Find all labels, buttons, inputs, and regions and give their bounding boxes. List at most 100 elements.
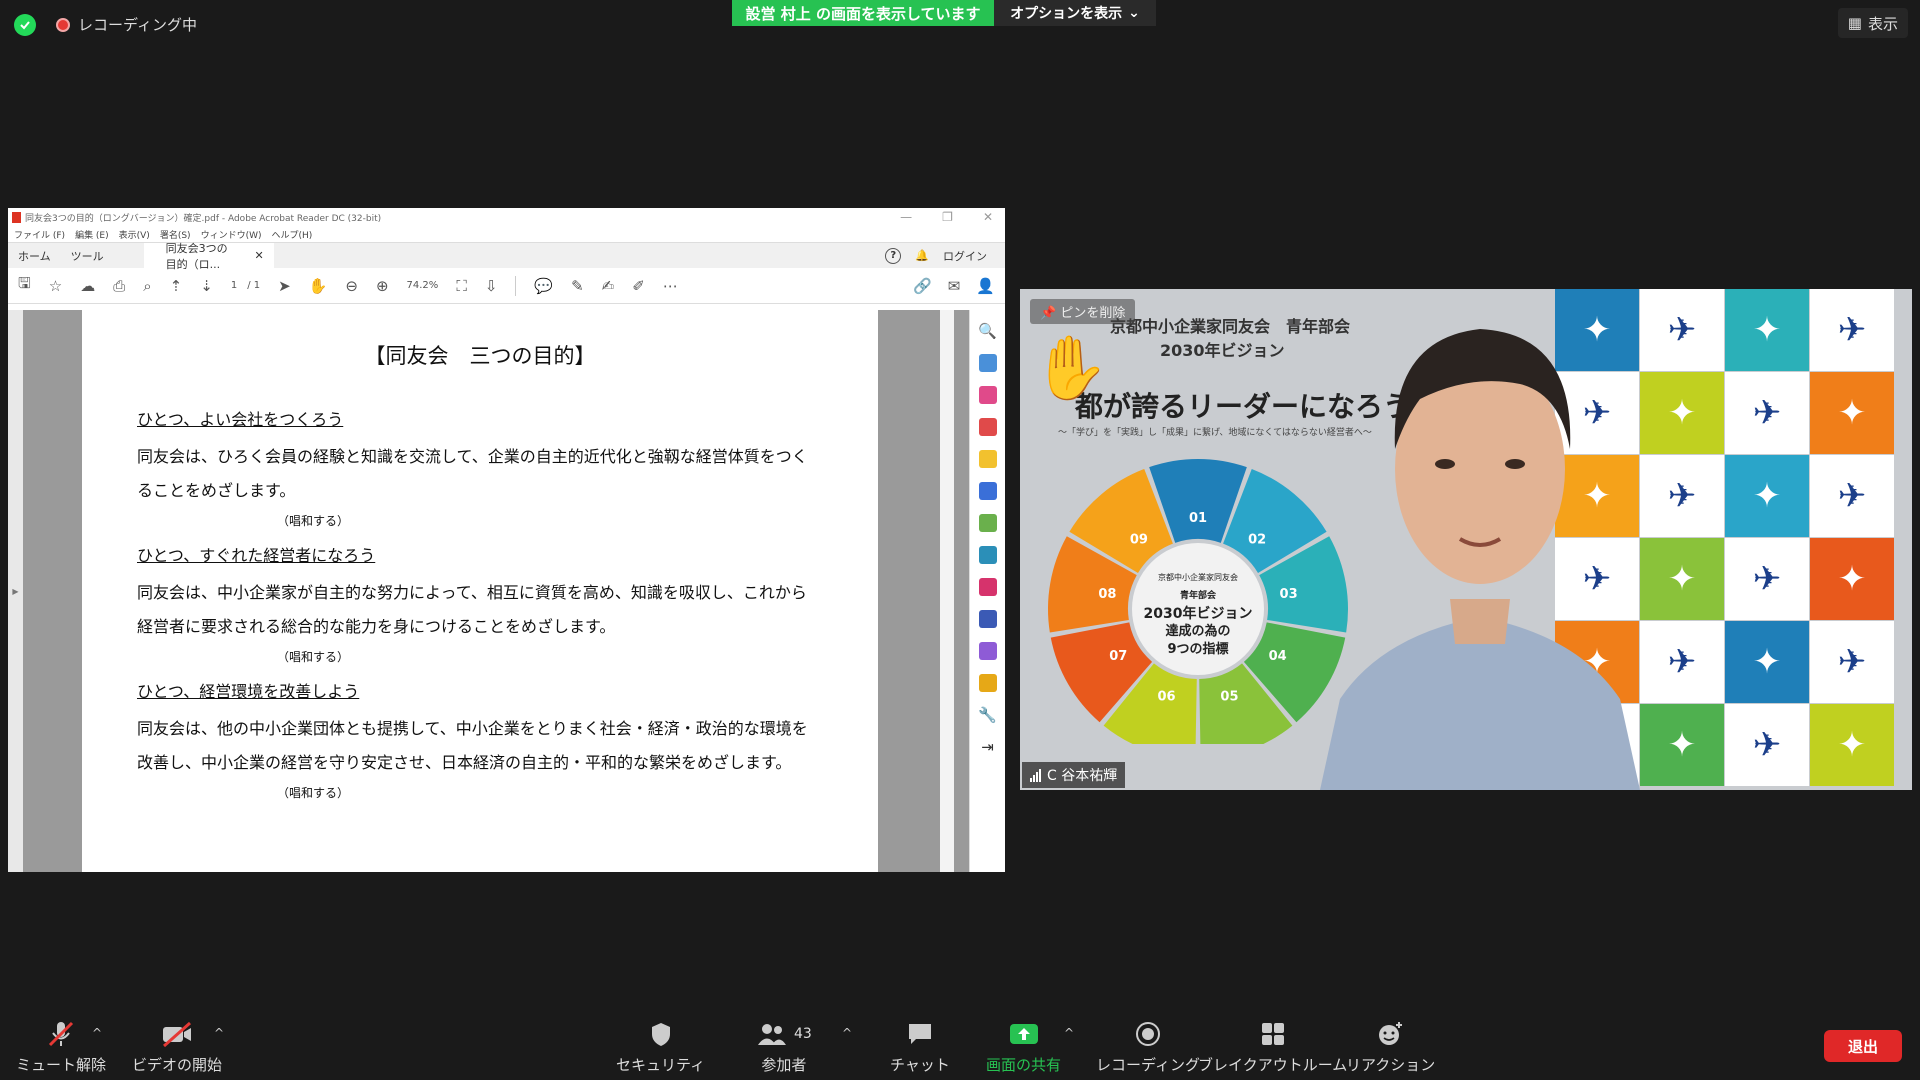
- page-current-input[interactable]: 1: [231, 280, 237, 291]
- unpin-video-button[interactable]: 📌 ピンを削除: [1030, 299, 1136, 324]
- recording-label: レコーディング中: [78, 16, 197, 34]
- start-video-label: ビデオの開始: [132, 1056, 223, 1074]
- indicator-icon: ✦: [1752, 642, 1782, 682]
- save-icon[interactable]: 🖫: [18, 273, 31, 298]
- reactions-button[interactable]: リアクション: [1346, 1020, 1435, 1075]
- organize-pages-icon[interactable]: [978, 386, 997, 404]
- edit-icon[interactable]: ✐: [632, 277, 645, 295]
- select-cursor-icon[interactable]: ➤: [278, 277, 291, 295]
- wrench-icon[interactable]: 🔧: [978, 706, 997, 724]
- view-options-button[interactable]: オプションを表示 ⌄: [994, 0, 1156, 26]
- section-body: 同友会は、他の中小企業団体とも提携して、中小企業をとりまく社会・経済・政治的な環…: [137, 719, 808, 772]
- participants-label: 参加者: [761, 1056, 807, 1074]
- protect-icon[interactable]: [978, 610, 997, 628]
- breakout-rooms-button[interactable]: ブレイクアウトルーム: [1198, 1020, 1347, 1075]
- encryption-shield-icon[interactable]: [14, 14, 36, 36]
- minimize-icon[interactable]: —: [900, 210, 912, 224]
- record-icon: [1135, 1020, 1161, 1048]
- tab-document[interactable]: 同友会3つの目的（ロ... ✕: [143, 242, 274, 271]
- slide-heading: 京都中小企業家同友会 青年部会 2030年ビジョン: [1110, 315, 1350, 363]
- comment-icon[interactable]: 💬: [534, 277, 553, 295]
- section-3: ひとつ、経営環境を改善しよう 同友会は、他の中小企業団体とも提携して、中小企業を…: [137, 678, 817, 801]
- login-link[interactable]: ログイン: [943, 248, 987, 264]
- indicator-icon: ✦: [1837, 393, 1867, 433]
- comment-tool-icon[interactable]: [978, 450, 997, 468]
- bookmark-star-icon[interactable]: ☆: [49, 277, 62, 295]
- pdf-icon: [12, 211, 21, 223]
- security-button[interactable]: セキュリティ: [616, 1020, 705, 1075]
- bell-icon[interactable]: 🔔: [915, 249, 929, 262]
- recording-dot-icon: [56, 17, 70, 32]
- document-title: 【同友会 三つの目的】: [364, 344, 596, 368]
- menu-view[interactable]: 表示(V): [119, 228, 150, 241]
- view-layout-button[interactable]: ▦ 表示: [1837, 8, 1908, 38]
- zoom-level-select[interactable]: 74.2%: [407, 280, 439, 291]
- menu-edit[interactable]: 編集 (E): [75, 228, 109, 241]
- participant-name: C 谷本祐輝: [1047, 768, 1118, 784]
- close-icon[interactable]: ✕: [983, 210, 993, 224]
- close-tab-icon[interactable]: ✕: [254, 249, 263, 262]
- recording-indicator[interactable]: レコーディング中: [56, 14, 197, 35]
- create-pdf-icon[interactable]: [978, 418, 997, 436]
- video-options-caret-icon[interactable]: ^: [214, 1026, 224, 1040]
- record-button[interactable]: レコーディング: [1096, 1020, 1200, 1075]
- send-icon[interactable]: [978, 674, 997, 692]
- participants-button[interactable]: 43 参加者: [756, 1020, 812, 1075]
- upload-icon[interactable]: ☁: [80, 277, 95, 295]
- menu-help[interactable]: ヘルプ(H): [272, 228, 313, 241]
- breakout-rooms-label: ブレイクアウトルーム: [1198, 1056, 1348, 1074]
- menu-file[interactable]: ファイル (F): [14, 228, 65, 241]
- page-up-icon[interactable]: ⇡: [170, 277, 183, 295]
- participants-caret-icon[interactable]: ^: [842, 1026, 852, 1040]
- audio-options-caret-icon[interactable]: ^: [92, 1026, 102, 1040]
- combine-files-icon[interactable]: [978, 482, 997, 500]
- logo-tile: ✈: [1725, 704, 1809, 786]
- wheel-number: 01: [1189, 511, 1207, 526]
- tab-home[interactable]: ホーム: [8, 243, 61, 269]
- scan-icon[interactable]: [978, 546, 997, 564]
- pdf-page: 【同友会 三つの目的】 ひとつ、よい会社をつくろう 同友会は、ひろく会員の経験と…: [82, 310, 878, 872]
- tab-tools[interactable]: ツール: [61, 243, 114, 269]
- left-panel-toggle[interactable]: ▶: [8, 310, 23, 872]
- share-link-icon[interactable]: 🔗: [913, 277, 932, 295]
- security-label: セキュリティ: [616, 1056, 706, 1074]
- email-icon[interactable]: ✉: [948, 277, 961, 295]
- scroll-mode-icon[interactable]: ⇩: [485, 277, 498, 295]
- print-icon[interactable]: ⎙: [113, 277, 125, 295]
- more-icon[interactable]: ⋯: [663, 277, 678, 295]
- indicator-icon: ✦: [1752, 476, 1782, 516]
- reactions-label: リアクション: [1346, 1056, 1436, 1074]
- zoom-out-icon[interactable]: ⊖: [345, 277, 358, 295]
- start-video-button[interactable]: ビデオの開始: [132, 1020, 222, 1075]
- account-icon[interactable]: 👤: [976, 277, 995, 295]
- wheel-center-text: 京都中小企業家同友会 青年部会 2030年ビジョン 達成の為の 9つの指標: [1128, 569, 1268, 659]
- help-icon[interactable]: ?: [885, 247, 902, 264]
- zoom-in-icon[interactable]: ⊕: [376, 277, 389, 295]
- request-signature-icon[interactable]: [978, 642, 997, 660]
- wheel-number: 05: [1220, 689, 1238, 704]
- share-screen-button[interactable]: 画面の共有: [986, 1020, 1061, 1075]
- indicator-icon: ✦: [1752, 310, 1782, 350]
- fill-sign-icon[interactable]: [978, 578, 997, 596]
- compress-icon[interactable]: [978, 514, 997, 532]
- restore-icon[interactable]: ❐: [942, 210, 953, 224]
- fit-page-icon[interactable]: ⛶: [456, 277, 467, 295]
- zoom-search-icon[interactable]: 🔍: [978, 322, 997, 340]
- chat-button[interactable]: チャット: [890, 1020, 950, 1075]
- share-options-caret-icon[interactable]: ^: [1064, 1026, 1074, 1040]
- unmute-label: ミュート解除: [16, 1056, 107, 1074]
- video-tile[interactable]: ✦✈✦✈✈✦✈✦✦✈✦✈✈✦✈✦✦✈✦✈✈✦✈✦ 京都中小企業家同友会 青年部会…: [1020, 289, 1912, 790]
- collapse-pane-icon[interactable]: ⇥: [981, 738, 994, 756]
- logo-tile: ✈: [1725, 538, 1809, 620]
- indicator-tile: ✦: [1640, 704, 1724, 786]
- indicator-tile: ✦: [1640, 538, 1724, 620]
- sign-icon[interactable]: ✍: [602, 277, 615, 295]
- search-icon[interactable]: ⌕: [143, 277, 151, 295]
- vertical-scrollbar[interactable]: [940, 310, 954, 872]
- export-pdf-icon[interactable]: [978, 354, 997, 372]
- leave-meeting-button[interactable]: 退出: [1824, 1030, 1902, 1062]
- highlight-pen-icon[interactable]: ✎: [571, 277, 584, 295]
- logo-icon: ✈: [1837, 310, 1867, 350]
- hand-tool-icon[interactable]: ✋: [309, 277, 328, 295]
- page-down-icon[interactable]: ⇣: [200, 277, 213, 295]
